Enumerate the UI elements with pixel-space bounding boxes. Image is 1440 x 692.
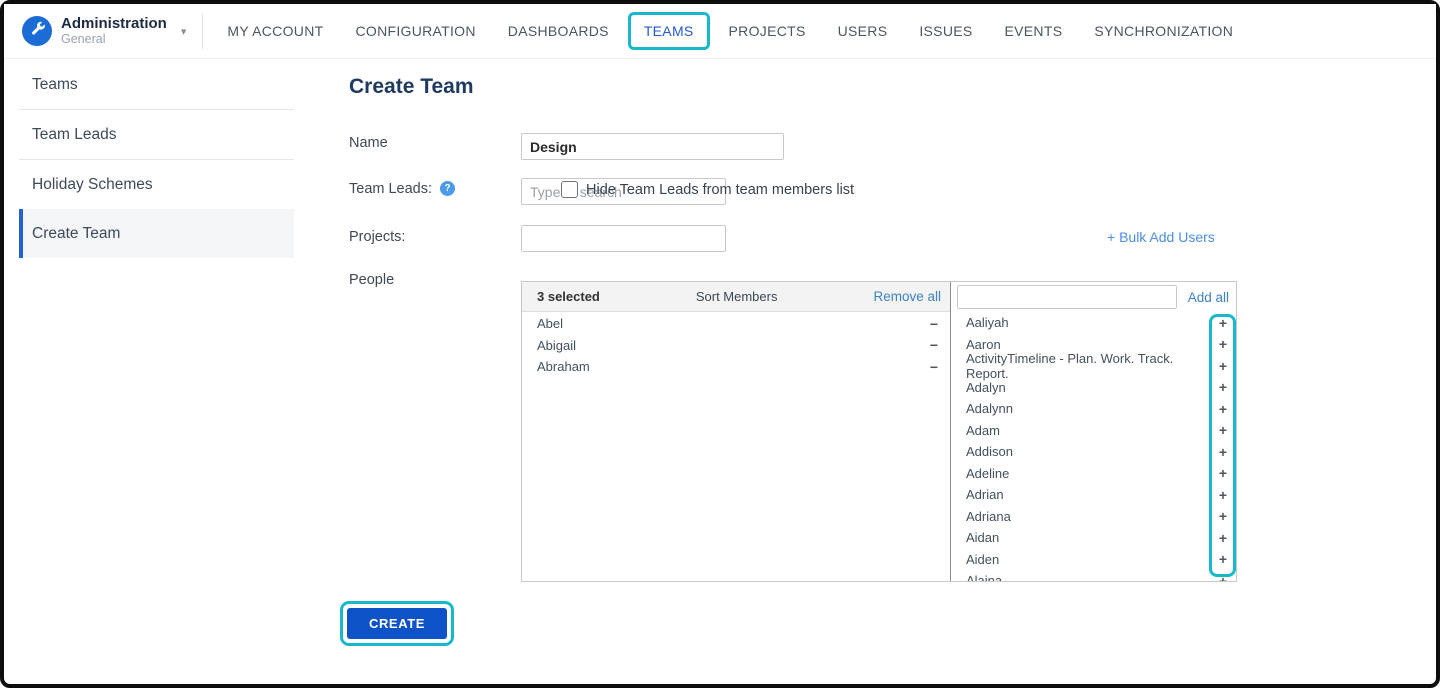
topbar-divider (202, 13, 203, 49)
add-member-icon[interactable]: + (1219, 574, 1227, 581)
sidebar-item-holiday-schemes[interactable]: Holiday Schemes (19, 160, 294, 209)
member-name: Adalynn (966, 401, 1013, 416)
available-member-row: Aidan + (951, 527, 1236, 549)
nav-item-projects[interactable]: PROJECTS (713, 13, 822, 49)
wrench-icon (29, 20, 46, 42)
nav-item-teams[interactable]: TEAMS (628, 12, 710, 50)
add-member-icon[interactable]: + (1219, 488, 1227, 502)
selected-member-row: Abel − (522, 313, 950, 335)
help-icon[interactable]: ? (440, 181, 455, 196)
app-title: Administration (61, 15, 167, 32)
admin-logo[interactable] (22, 16, 52, 46)
remove-all-link[interactable]: Remove all (873, 289, 941, 304)
team-leads-label-text: Team Leads: (349, 181, 432, 197)
member-name: Aiden (966, 552, 999, 567)
nav-item-configuration[interactable]: CONFIGURATION (339, 13, 491, 49)
add-member-icon[interactable]: + (1219, 380, 1227, 394)
member-name: Adeline (966, 466, 1009, 481)
available-members-header: Add all (951, 282, 1236, 312)
available-member-row: Aiden + (951, 549, 1236, 571)
nav-item-users[interactable]: USERS (822, 13, 904, 49)
available-member-row: Aaliyah + (951, 312, 1236, 334)
add-member-icon[interactable]: + (1219, 509, 1227, 523)
chevron-down-icon[interactable]: ▾ (181, 25, 187, 38)
sidebar: Teams Team Leads Holiday Schemes Create … (4, 60, 304, 258)
app-subtitle: General (61, 32, 167, 46)
member-name: Abel (537, 316, 563, 331)
member-name: Addison (966, 444, 1013, 459)
member-name: Abraham (537, 359, 590, 374)
add-member-icon[interactable]: + (1219, 531, 1227, 545)
team-name-input[interactable] (521, 133, 784, 160)
name-label: Name (349, 135, 388, 151)
nav-item-issues[interactable]: ISSUES (903, 13, 988, 49)
page-title: Create Team (349, 75, 474, 99)
create-button-highlight: CREATE (340, 601, 454, 646)
available-member-row: Addison + (951, 441, 1236, 463)
member-name: Aaron (966, 337, 1001, 352)
member-name: Abigail (537, 338, 576, 353)
available-member-row: ActivityTimeline - Plan. Work. Track. Re… (951, 355, 1236, 377)
selected-members-header: 3 selected Sort Members Remove all (522, 282, 950, 312)
members-search-input[interactable] (957, 285, 1177, 309)
people-label: People (349, 272, 394, 288)
add-member-icon[interactable]: + (1219, 316, 1227, 330)
member-name: Alaina (966, 573, 1002, 581)
available-members-list: Aaliyah + Aaron + ActivityTimeline - Pla… (951, 312, 1236, 581)
member-name: Aaliyah (966, 315, 1009, 330)
add-member-icon[interactable]: + (1219, 466, 1227, 480)
hide-team-leads-row: Hide Team Leads from team members list (561, 181, 854, 198)
hide-team-leads-label: Hide Team Leads from team members list (586, 182, 854, 198)
available-member-row: Adriana + (951, 506, 1236, 528)
hide-team-leads-checkbox[interactable] (561, 181, 578, 198)
add-all-link[interactable]: Add all (1188, 290, 1229, 305)
selected-members-list: Abel − Abigail − Abraham − (522, 313, 950, 581)
remove-member-icon[interactable]: − (930, 317, 938, 331)
nav-item-dashboards[interactable]: DASHBOARDS (492, 13, 625, 49)
remove-member-icon[interactable]: − (930, 360, 938, 374)
nav-item-events[interactable]: EVENTS (989, 13, 1079, 49)
sidebar-item-team-leads[interactable]: Team Leads (19, 110, 294, 160)
selected-member-row: Abigail − (522, 335, 950, 357)
add-member-icon[interactable]: + (1219, 552, 1227, 566)
add-member-icon[interactable]: + (1219, 423, 1227, 437)
projects-label: Projects: (349, 229, 405, 245)
nav-item-my-account[interactable]: MY ACCOUNT (211, 13, 339, 49)
available-member-row: Alaina + (951, 570, 1236, 581)
member-name: ActivityTimeline - Plan. Work. Track. Re… (966, 351, 1219, 381)
main-content: Create Team Name Team Leads: ? Hide Team… (349, 60, 1440, 692)
selected-count: 3 selected (537, 289, 600, 304)
available-member-row: Adalynn + (951, 398, 1236, 420)
top-bar: Administration General ▾ MY ACCOUNT CONF… (4, 4, 1436, 59)
nav-item-synchronization[interactable]: SYNCHRONIZATION (1078, 13, 1249, 49)
member-name: Adriana (966, 509, 1011, 524)
add-member-icon[interactable]: + (1219, 337, 1227, 351)
sidebar-item-create-team[interactable]: Create Team (19, 209, 294, 258)
member-name: Adrian (966, 487, 1004, 502)
selected-member-row: Abraham − (522, 356, 950, 378)
available-member-row: Adam + (951, 420, 1236, 442)
member-name: Adalyn (966, 380, 1006, 395)
sort-members-button[interactable]: Sort Members (600, 289, 874, 304)
add-member-icon[interactable]: + (1219, 402, 1227, 416)
member-name: Adam (966, 423, 1000, 438)
add-member-icon[interactable]: + (1219, 359, 1227, 373)
available-member-row: Adeline + (951, 463, 1236, 485)
create-button[interactable]: CREATE (347, 608, 447, 639)
people-picker-panel: 3 selected Sort Members Remove all Add a… (521, 281, 1237, 582)
remove-member-icon[interactable]: − (930, 338, 938, 352)
projects-input[interactable] (521, 225, 726, 252)
sidebar-item-teams[interactable]: Teams (19, 60, 294, 110)
member-name: Aidan (966, 530, 999, 545)
main-nav: MY ACCOUNT CONFIGURATION DASHBOARDS TEAM… (211, 12, 1249, 50)
available-member-row: Adrian + (951, 484, 1236, 506)
team-leads-label: Team Leads: ? (349, 181, 455, 197)
add-member-icon[interactable]: + (1219, 445, 1227, 459)
app-title-block: Administration General (61, 15, 167, 47)
bulk-add-users-link[interactable]: + Bulk Add Users (1107, 229, 1215, 245)
